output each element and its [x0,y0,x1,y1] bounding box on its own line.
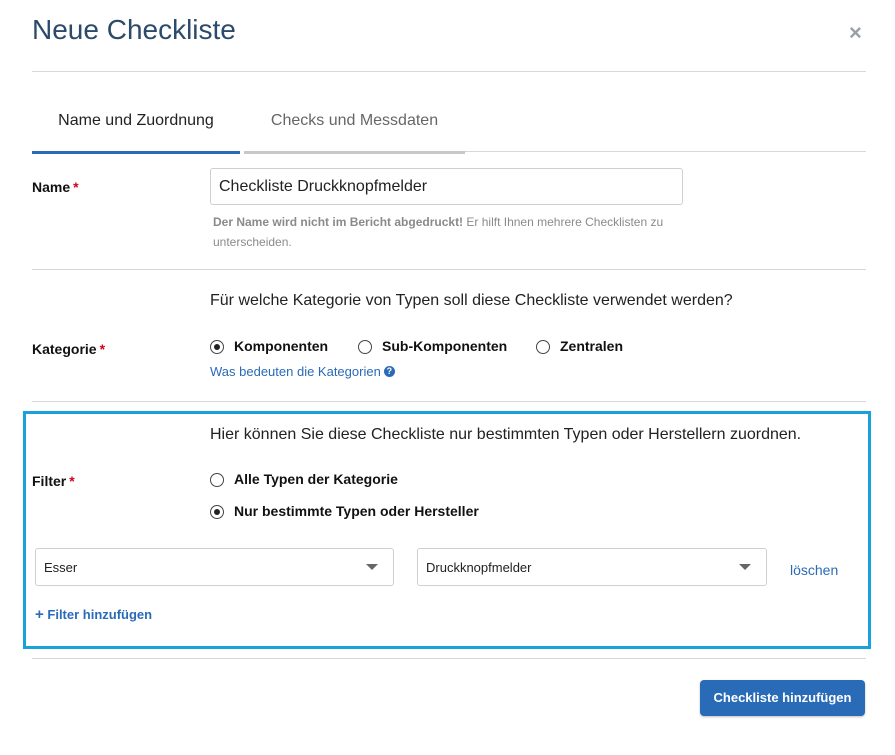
name-hint-bold: Der Name wird nicht im Bericht abgedruck… [213,215,464,229]
add-filter-label[interactable]: Filter hinzufügen [47,607,152,622]
radio-nur-bestimmte[interactable]: Nur bestimmte Typen oder Hersteller [210,503,479,520]
radio-unchecked-icon[interactable] [210,473,224,488]
type-select[interactable]: Druckknopfmelder [417,548,767,586]
name-label: Name * [32,179,79,195]
radio-sub-komponenten[interactable]: Sub-Komponenten [358,338,508,355]
required-marker: * [69,473,75,489]
category-help-link[interactable]: Was bedeuten die Kategorien? [210,363,395,381]
required-marker: * [99,341,106,357]
radio-unchecked-icon[interactable] [358,340,372,355]
radio-checked-icon[interactable] [210,340,224,355]
tabs-divider [465,151,866,152]
manufacturer-select-value: Esser [44,559,78,575]
plus-icon[interactable]: + [35,606,44,623]
name-input[interactable] [210,168,683,205]
radio-checked-icon[interactable] [210,505,224,520]
dialog-title: Neue Checkliste [32,14,236,45]
radio-label: Sub-Komponenten [382,338,508,354]
filter-label-text: Filter [32,473,67,489]
tab-checks-und-messdaten[interactable]: Checks und Messdaten [244,104,465,154]
question-circle-icon[interactable]: ? [383,366,395,378]
delete-filter-link[interactable]: löschen [790,562,838,578]
type-select-value: Druckknopfmelder [426,559,532,575]
category-question: Für welche Kategorie von Typen soll dies… [210,292,733,309]
radio-alle-typen[interactable]: Alle Typen der Kategorie [210,471,398,488]
manufacturer-select[interactable]: Esser [35,548,394,586]
add-filter-link[interactable]: + Filter hinzufügen [35,606,152,623]
tab-name-und-zuordnung[interactable]: Name und Zuordnung [32,104,240,154]
name-hint: Der Name wird nicht im Bericht abgedruck… [213,212,693,252]
radio-label: Nur bestimmte Typen oder Hersteller [234,503,479,519]
radio-unchecked-icon[interactable] [536,340,550,355]
footer-divider [32,658,866,659]
name-label-text: Name [32,179,71,195]
radio-zentralen[interactable]: Zentralen [536,338,624,355]
radio-komponenten[interactable]: Komponenten [210,338,329,355]
caret-down-icon[interactable] [739,564,751,570]
close-icon[interactable]: × [849,20,862,46]
tab-label: Name und Zuordnung [58,112,214,129]
required-marker: * [73,179,79,195]
caret-down-icon[interactable] [366,564,378,570]
radio-label: Alle Typen der Kategorie [234,471,398,487]
header-divider [32,71,866,72]
category-label: Kategorie * [32,341,105,357]
category-label-text: Kategorie [32,341,97,357]
radio-label: Komponenten [234,338,329,354]
filter-label: Filter * [32,473,75,489]
divider [32,401,866,402]
category-help-link-text[interactable]: Was bedeuten die Kategorien [210,364,381,379]
divider [32,269,866,270]
radio-label: Zentralen [560,338,624,354]
tab-label: Checks und Messdaten [270,112,439,129]
add-checklist-button[interactable]: Checkliste hinzufügen [700,680,865,716]
filter-question: Hier können Sie diese Checkliste nur bes… [210,426,802,443]
